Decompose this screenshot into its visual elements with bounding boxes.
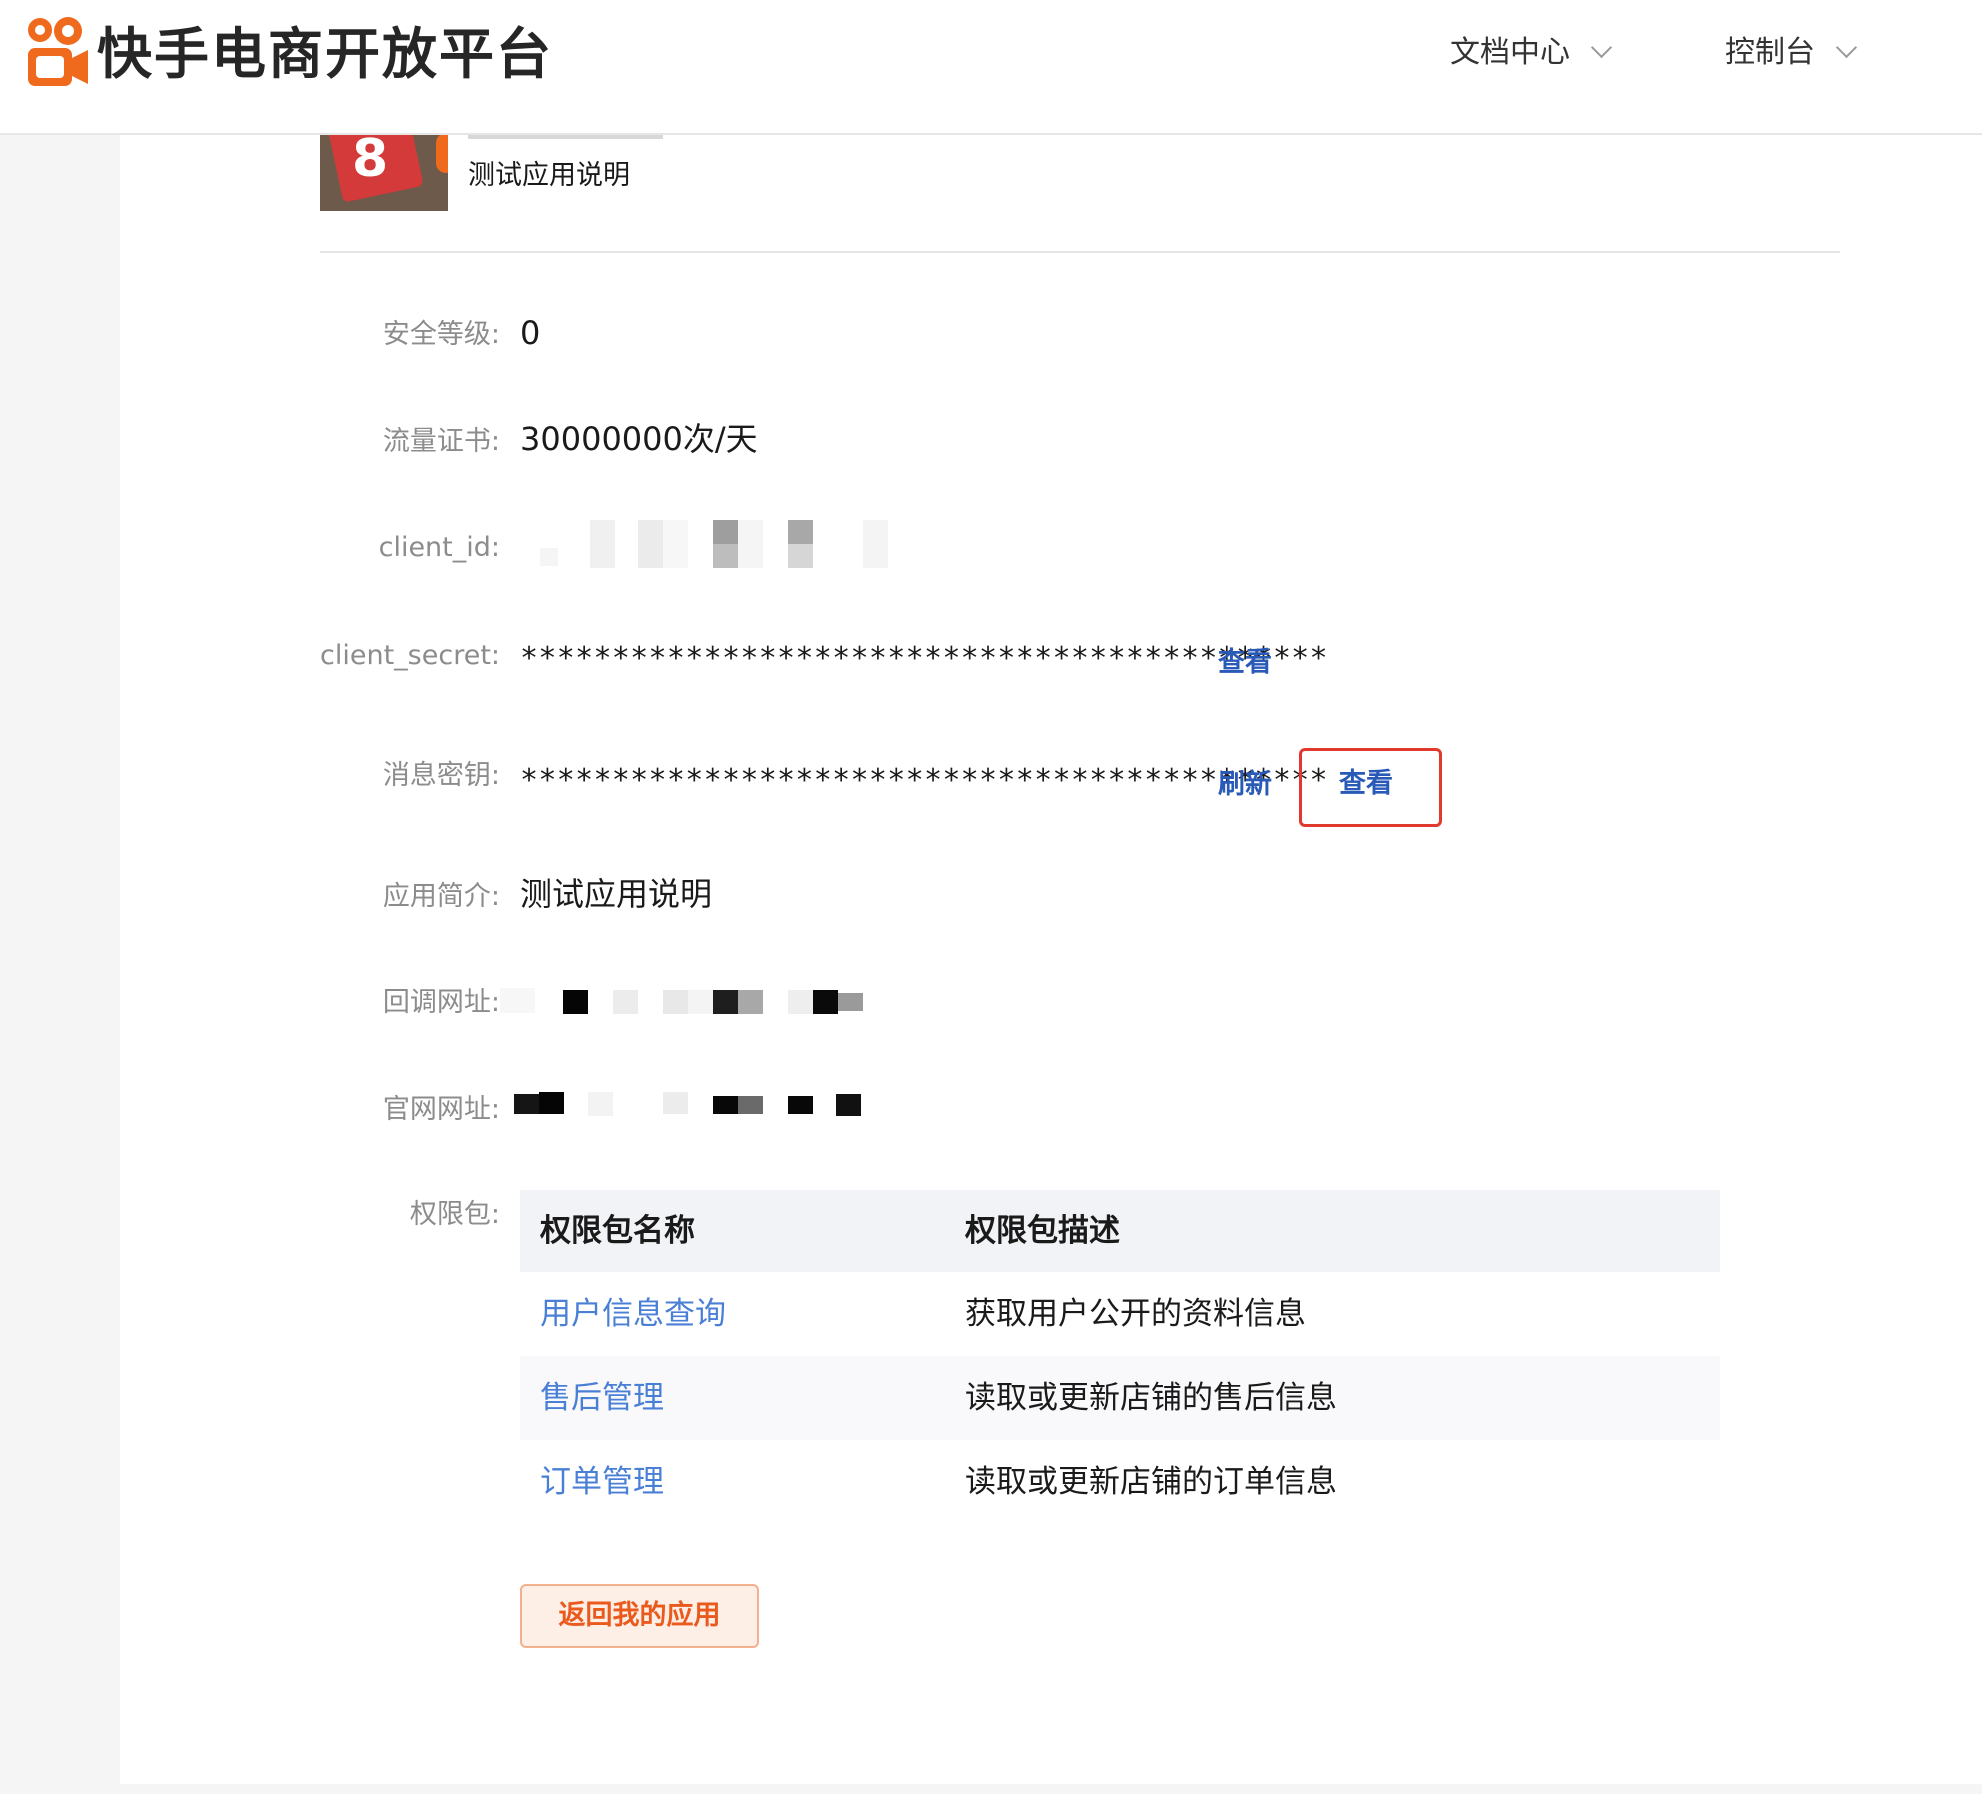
nav-docs-menu[interactable]: 文档中心 [1450,30,1613,76]
nav-console-label: 控制台 [1725,35,1815,70]
table-row: 订单管理 读取或更新店铺的订单信息 [520,1440,1720,1524]
message-key-label: 消息密钥: [382,760,500,791]
app-avatar-icon: 8 [320,133,448,211]
client-secret-label: client_secret: [320,640,500,671]
kuaishou-logo-icon[interactable] [22,14,90,90]
website-url-label: 官网网址: [382,1094,500,1125]
permission-desc: 获取用户公开的资料信息 [965,1296,1306,1332]
app-description-short: 测试应用说明 [468,160,630,191]
client-secret-view-button[interactable]: 查看 [1218,643,1272,683]
nav-docs-label: 文档中心 [1450,35,1570,70]
chevron-down-icon [1590,36,1613,59]
message-key-view-button[interactable]: 查看 [1339,764,1393,804]
section-divider [320,251,1840,253]
top-header: 快手电商开放平台 文档中心 控制台 [0,0,1982,135]
nav-console-menu[interactable]: 控制台 [1725,30,1858,76]
security-level-value: 0 [520,314,541,352]
header-name: 权限包名称 [540,1213,695,1249]
app-intro-value: 测试应用说明 [520,875,713,913]
traffic-cert-value: 30000000次/天 [520,420,758,458]
permission-desc: 读取或更新店铺的售后信息 [965,1380,1337,1416]
callback-url-label: 回调网址: [382,987,500,1018]
header-desc: 权限包描述 [965,1213,1120,1249]
permissions-table: 权限包名称 权限包描述 用户信息查询 获取用户公开的资料信息 售后管理 读取或更… [520,1190,1720,1524]
message-key-masked-value: ****************************************… [520,763,1328,798]
permission-name-link[interactable]: 用户信息查询 [540,1272,726,1356]
permissions-label: 权限包: [409,1199,500,1230]
brand-title[interactable]: 快手电商开放平台 [97,22,553,86]
message-key-refresh-button[interactable]: 刷新 [1218,765,1272,805]
client-secret-masked-value: ****************************************… [520,641,1328,676]
permission-name-link[interactable]: 订单管理 [540,1440,664,1524]
permission-desc: 读取或更新店铺的订单信息 [965,1464,1337,1500]
table-row: 用户信息查询 获取用户公开的资料信息 [520,1272,1720,1356]
back-to-my-apps-button[interactable]: 返回我的应用 [520,1584,759,1648]
table-row: 售后管理 读取或更新店铺的售后信息 [520,1356,1720,1440]
client-id-label: client_id: [378,532,500,563]
chevron-down-icon [1835,36,1858,59]
security-level-label: 安全等级: [382,319,500,350]
permission-name-link[interactable]: 售后管理 [540,1356,664,1440]
app-detail-card [120,133,1982,1784]
table-header-row: 权限包名称 权限包描述 [520,1190,1720,1272]
traffic-cert-label: 流量证书: [382,426,500,457]
app-intro-label: 应用简介: [382,881,500,912]
